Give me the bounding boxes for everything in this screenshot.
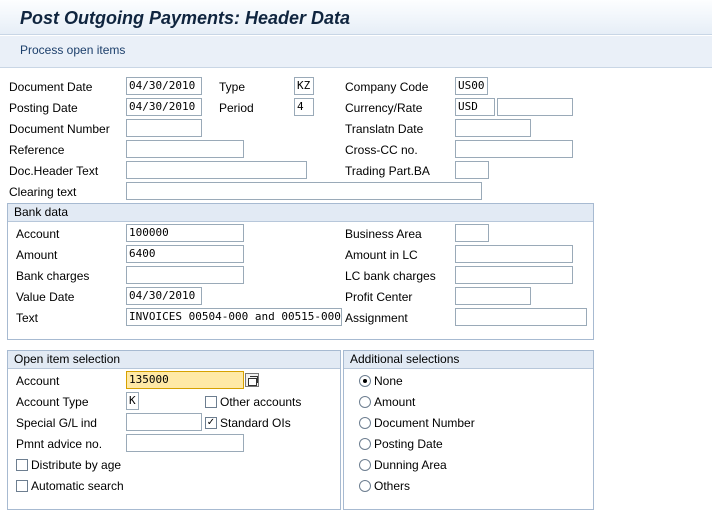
company-code-field[interactable]: US00 bbox=[455, 77, 488, 95]
radio-others-label: Others bbox=[374, 479, 411, 493]
period-label: Period bbox=[219, 101, 254, 115]
posting-date-field[interactable]: 04/30/2010 bbox=[126, 98, 202, 116]
automatic-search-label: Automatic search bbox=[31, 479, 124, 493]
document-number-field[interactable] bbox=[126, 119, 202, 137]
profit-center-label: Profit Center bbox=[345, 290, 413, 304]
bank-charges-label: Bank charges bbox=[16, 269, 90, 283]
amount-label: Amount bbox=[16, 248, 58, 262]
special-gl-field[interactable] bbox=[126, 413, 202, 431]
lc-bank-charges-label: LC bank charges bbox=[345, 269, 436, 283]
company-code-label: Company Code bbox=[345, 80, 429, 94]
search-help-icon[interactable] bbox=[245, 373, 259, 387]
document-date-field[interactable]: 04/30/2010 bbox=[126, 77, 202, 95]
amount-lc-label: Amount in LC bbox=[345, 248, 418, 262]
currency-field[interactable]: USD bbox=[455, 98, 495, 116]
profit-center-field[interactable] bbox=[455, 287, 531, 305]
distribute-by-age-checkbox[interactable] bbox=[16, 459, 28, 471]
radio-document-number[interactable] bbox=[359, 417, 371, 429]
text-field[interactable]: INVOICES 00504-000 and 00515-000 bbox=[126, 308, 342, 326]
oi-account-label: Account bbox=[16, 374, 60, 388]
standard-ois-checkbox[interactable]: ✓ bbox=[205, 417, 217, 429]
other-accounts-checkbox[interactable] bbox=[205, 396, 217, 408]
type-field[interactable]: KZ bbox=[294, 77, 314, 95]
trading-part-label: Trading Part.BA bbox=[345, 164, 430, 178]
amount-field[interactable]: 6400 bbox=[126, 245, 244, 263]
translatn-date-label: Translatn Date bbox=[345, 122, 424, 136]
value-date-label: Value Date bbox=[16, 290, 75, 304]
assignment-label: Assignment bbox=[345, 311, 408, 325]
bank-account-label: Account bbox=[16, 227, 60, 241]
oi-account-field[interactable]: 135000 bbox=[126, 371, 244, 389]
doc-header-text-field[interactable] bbox=[126, 161, 307, 179]
radio-document-number-label: Document Number bbox=[374, 416, 475, 430]
radio-amount[interactable] bbox=[359, 396, 371, 408]
trading-part-field[interactable] bbox=[455, 161, 489, 179]
process-open-items-button[interactable]: Process open items bbox=[20, 43, 125, 57]
type-label: Type bbox=[219, 80, 246, 94]
business-area-field[interactable] bbox=[455, 224, 489, 242]
cross-cc-label: Cross-CC no. bbox=[345, 143, 418, 157]
business-area-label: Business Area bbox=[345, 227, 422, 241]
amount-lc-field[interactable] bbox=[455, 245, 573, 263]
distribute-by-age-label: Distribute by age bbox=[31, 458, 122, 472]
bank-charges-field[interactable] bbox=[126, 266, 244, 284]
account-type-field[interactable]: K bbox=[126, 392, 139, 410]
automatic-search-checkbox[interactable] bbox=[16, 480, 28, 492]
radio-posting-date[interactable] bbox=[359, 438, 371, 450]
currency-rate-label: Currency/Rate bbox=[345, 101, 423, 115]
reference-label: Reference bbox=[9, 143, 65, 157]
period-field[interactable]: 4 bbox=[294, 98, 314, 116]
rate-field[interactable] bbox=[497, 98, 573, 116]
document-number-label: Document Number bbox=[9, 122, 110, 136]
open-item-selection-title: Open item selection bbox=[8, 351, 340, 369]
clearing-text-label: Clearing text bbox=[9, 185, 77, 199]
reference-field[interactable] bbox=[126, 140, 244, 158]
pmnt-advice-label: Pmnt advice no. bbox=[16, 437, 103, 451]
radio-amount-label: Amount bbox=[374, 395, 416, 409]
cross-cc-field[interactable] bbox=[455, 140, 573, 158]
radio-dunning-area-label: Dunning Area bbox=[374, 458, 447, 472]
lc-bank-charges-field[interactable] bbox=[455, 266, 573, 284]
radio-none[interactable] bbox=[359, 375, 371, 387]
radio-posting-date-label: Posting Date bbox=[374, 437, 443, 451]
clearing-text-field[interactable] bbox=[126, 182, 482, 200]
posting-date-label: Posting Date bbox=[9, 101, 78, 115]
value-date-field[interactable]: 04/30/2010 bbox=[126, 287, 202, 305]
page-title: Post Outgoing Payments: Header Data bbox=[20, 8, 351, 28]
radio-dunning-area[interactable] bbox=[359, 459, 371, 471]
radio-others[interactable] bbox=[359, 480, 371, 492]
bank-account-field[interactable]: 100000 bbox=[126, 224, 244, 242]
additional-selections-title: Additional selections bbox=[344, 351, 593, 369]
standard-ois-label: Standard OIs bbox=[220, 416, 291, 430]
pmnt-advice-field[interactable] bbox=[126, 434, 244, 452]
special-gl-label: Special G/L ind bbox=[16, 416, 97, 430]
doc-header-text-label: Doc.Header Text bbox=[9, 164, 99, 178]
bank-data-title: Bank data bbox=[8, 204, 593, 222]
assignment-field[interactable] bbox=[455, 308, 587, 326]
text-label: Text bbox=[16, 311, 39, 325]
translatn-date-field[interactable] bbox=[455, 119, 531, 137]
other-accounts-label: Other accounts bbox=[220, 395, 302, 409]
document-date-label: Document Date bbox=[9, 80, 93, 94]
radio-none-label: None bbox=[374, 374, 403, 388]
account-type-label: Account Type bbox=[16, 395, 89, 409]
